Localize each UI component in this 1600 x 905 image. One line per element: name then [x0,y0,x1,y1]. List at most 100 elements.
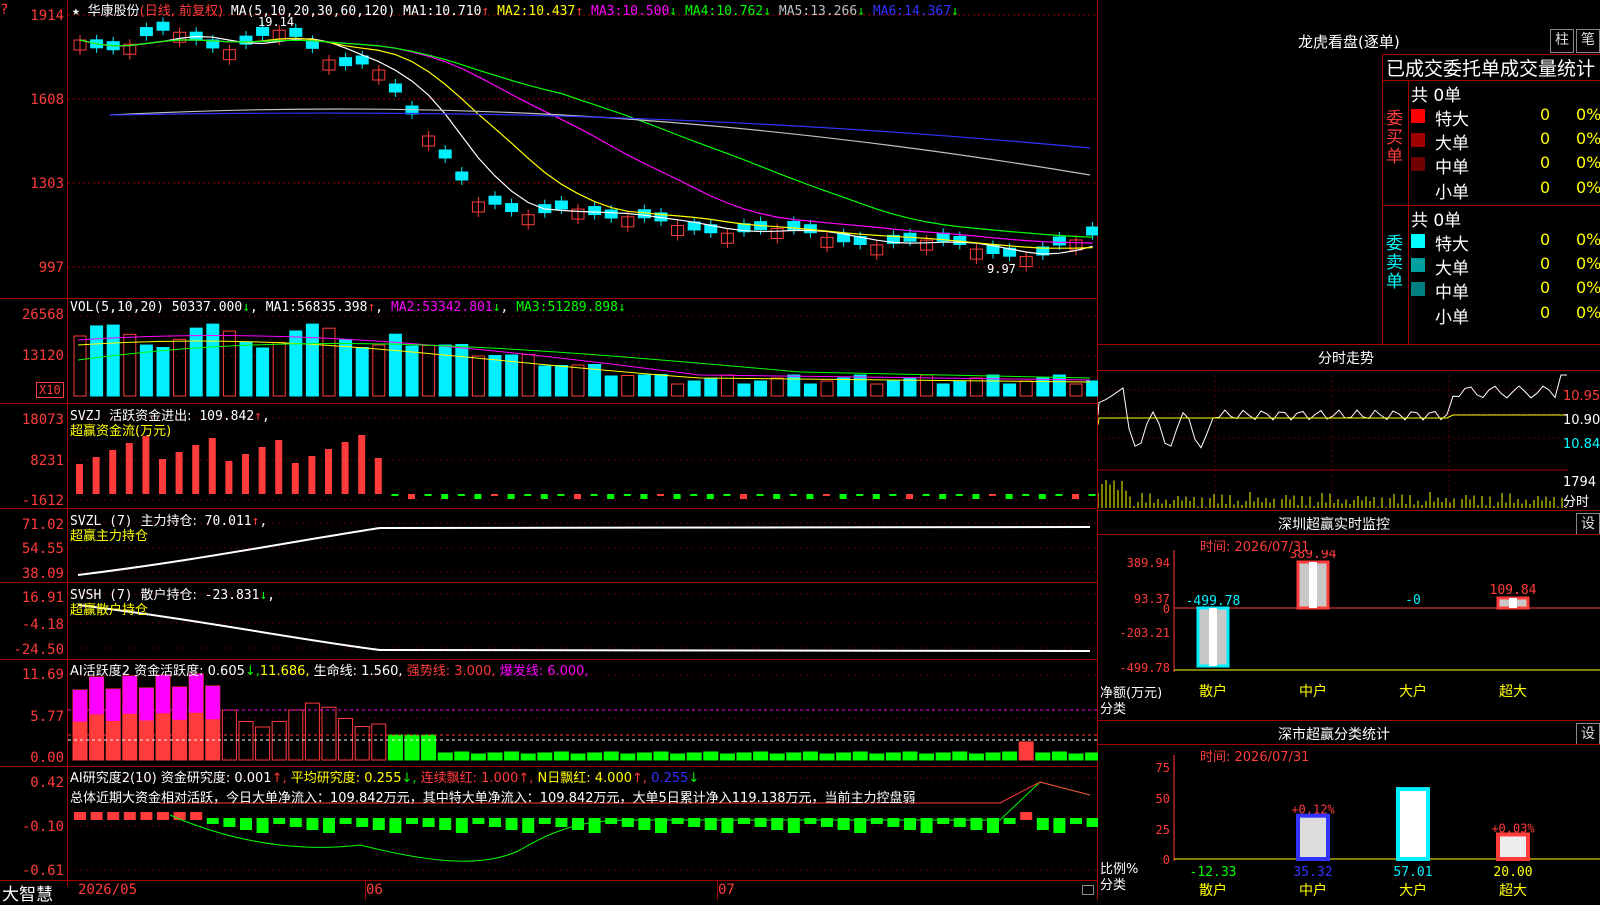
volume-bar [521,354,535,397]
order-stats-tabs[interactable]: 已成交委托单成交量统计 [1386,54,1595,81]
stats-settings-button[interactable]: 设 [1576,723,1600,745]
monitor-value: 389.94 [1290,550,1337,562]
monitor-category: 中户 [1299,683,1327,700]
ma5-label: MA5: [778,4,811,19]
ma4-label: MA4: [684,4,717,19]
divider [1098,534,1600,535]
research-bar [240,818,252,830]
kline-chart-canvas[interactable] [0,0,1098,900]
activity-bar-top [139,688,154,721]
research-bar [688,818,701,827]
sell-xl-pct: 0% [1576,230,1600,249]
divider [1382,54,1383,344]
fund-bar [740,494,747,499]
monitor-category: 超大 [1499,684,1527,700]
monitor-settings-button[interactable]: 设 [1576,513,1600,535]
volume-bar [206,323,220,397]
fund-bar [756,494,764,496]
stats-title: 深市超赢分类统计 [1278,727,1390,743]
activity-bar [952,751,968,761]
stats-chart: 75 50 25 0 -12.33 散户 35.32 +0.12% 中户 57.01 大户 20.00… [1156,755,1600,899]
svsh-value: -23.831 [204,588,260,603]
stats-bar [1296,813,1330,861]
volume-bar [256,347,270,397]
vol-ma1-value: 56835.398 [297,300,368,315]
fund-bar [125,443,133,494]
svzl-subtitle: 超赢主力持仓 [70,529,149,544]
ma4-arrow: ↓ [763,4,772,19]
fund-bar [291,463,299,494]
activity-bar [902,751,918,761]
activity-bar [736,752,752,761]
monitor-title: 深圳超赢实时监控 [1278,517,1390,533]
volume-bar [90,325,104,397]
research-bar [389,818,402,833]
activity-bar [769,753,785,761]
activity-bar [338,717,354,761]
stats-bar [1396,787,1430,861]
volume-bar [173,338,187,397]
buy-total: 共 0单 [1411,86,1462,106]
ai2-title: AI研究度2(10) [70,771,157,786]
volume-bar [1036,377,1050,397]
fund-bar [955,494,963,496]
activity-bar [304,702,320,761]
research-bar [372,818,385,830]
research-bar [1086,818,1098,827]
fund-bar [972,494,980,499]
divider [1098,510,1600,511]
research-bar [157,812,169,820]
research-bar [339,818,352,824]
fund-bar [441,494,449,499]
volume-bar [455,344,469,397]
activity-bar-top [106,689,121,721]
price-panel-header: ★ 华康股份(日线, 前复权) MA(5,10,20,30,60,120) MA… [72,0,959,19]
intraday-chart[interactable] [1098,370,1568,508]
ai2-summary: 总体近期大资金相对活跃，今日大单净流入：109.842万元，其中特大单净流入：1… [70,791,916,806]
lock-icon[interactable] [1082,885,1094,895]
volume-bar [654,374,668,397]
activity-bar [935,752,951,761]
monitor-y-tick: 389.94 [1127,556,1170,570]
retail-holding-line [77,604,1091,652]
volume-bar [820,380,834,397]
activity-bar [504,751,520,761]
stats-change: +0.12% [1291,803,1335,817]
research-bar [74,812,86,820]
volume-bar [305,323,319,397]
research-bar [455,818,468,833]
research-bar [1036,818,1049,830]
fund-bar [839,494,847,499]
sell-l-pct: 0% [1576,254,1600,273]
divider [1098,720,1600,721]
vol-tick: 13120 [21,348,64,364]
candle-body [388,83,402,93]
tick-mode-button[interactable]: 笔 [1576,29,1600,53]
date-label: 06 [366,882,383,898]
buy-xl-swatch [1411,109,1425,123]
ai1-part: 爆发线: 6.000, [499,664,589,679]
sell-xl-swatch [1411,234,1425,248]
chart-mode[interactable]: (日线, 前复权) [140,4,223,19]
volume-bar [1052,374,1066,397]
longhu-title: 龙虎看盘(逐单) [1298,33,1400,51]
volume-bar [770,377,784,397]
volume-bar [671,383,685,397]
favorite-star-icon[interactable]: ★ [72,4,80,19]
activity-bar-top [189,674,204,713]
ma-line [79,35,1093,255]
stats-bar [1496,832,1530,861]
ma-params: MA(5,10,20,30,60,120) [230,4,396,19]
intraday-vol-label: 分时 [1563,495,1590,510]
fund-bar [308,456,316,494]
main-holding-line [77,526,1091,576]
fund-bar [1055,494,1063,496]
candle-body [604,209,618,219]
activity-bar [636,752,652,761]
bar-mode-button[interactable]: 柱 [1550,29,1574,53]
ai1-tick: 5.77 [30,709,64,725]
fund-bar [175,452,183,494]
ai1-tick: 11.69 [21,667,64,683]
buy-xl-count: 0 [1540,105,1551,124]
fund-bar [789,494,797,496]
